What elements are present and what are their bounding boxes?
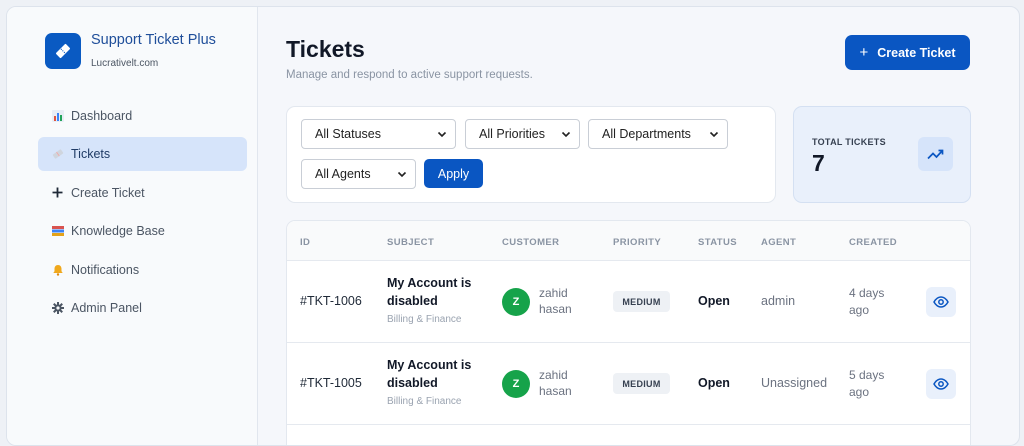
column-header-customer: CUSTOMER (502, 237, 560, 248)
bar-chart-icon (51, 110, 64, 123)
stat-label: TOTAL TICKETS (812, 137, 886, 147)
column-header-status: STATUS (698, 237, 737, 248)
eye-icon (933, 296, 949, 308)
view-ticket-button[interactable] (926, 287, 956, 317)
sidebar-item-label: Tickets (71, 147, 111, 162)
create-ticket-button[interactable]: + Create Ticket (845, 35, 970, 70)
agent-select[interactable]: All Agents (301, 159, 416, 189)
column-header-id: ID (300, 237, 311, 248)
chevron-down-icon (397, 171, 407, 178)
ticket-id[interactable]: #TKT-1006 (300, 294, 362, 308)
sidebar-item-create-ticket[interactable]: Create Ticket (38, 176, 247, 210)
sidebar-item-admin-panel[interactable]: Admin Panel (38, 291, 247, 325)
created-time: 4 days ago (849, 286, 885, 317)
chevron-down-icon (437, 131, 447, 138)
apply-button[interactable]: Apply (424, 159, 483, 188)
ticket-subject[interactable]: My Account is disabled (387, 356, 487, 392)
plus-icon: + (859, 44, 869, 61)
sidebar-item-label: Knowledge Base (71, 224, 165, 239)
page-subtitle: Manage and respond to active support req… (286, 69, 533, 81)
brand-name: Support Ticket Plus (91, 32, 216, 48)
table-row[interactable]: #TKT-1006 My Account is disabled Billing… (287, 261, 970, 343)
customer-name: zahid hasan (539, 368, 572, 398)
avatar: Z (502, 370, 530, 398)
avatar: Z (502, 288, 530, 316)
sidebar: Support Ticket Plus Lucrativelt.com Dash… (7, 7, 258, 445)
customer-name: zahid hasan (539, 286, 572, 316)
status-text: Open (698, 294, 730, 308)
plus-icon (51, 186, 64, 199)
chevron-down-icon (709, 131, 719, 138)
agent-name: admin (761, 294, 796, 308)
department-select-value: All Departments (602, 127, 691, 141)
sidebar-item-label: Notifications (71, 262, 140, 277)
brand-subtitle: Lucrativelt.com (91, 58, 159, 69)
books-icon (51, 225, 64, 238)
eye-icon (933, 378, 949, 390)
sidebar-nav: Dashboard Tickets Create Ticket Knowledg… (7, 99, 257, 325)
sidebar-item-dashboard[interactable]: Dashboard (38, 99, 247, 133)
page-title: Tickets (286, 36, 365, 62)
app-window: Support Ticket Plus Lucrativelt.com Dash… (6, 6, 1020, 446)
ticket-icon (51, 148, 64, 161)
sidebar-item-tickets[interactable]: Tickets (38, 137, 247, 172)
stat-value: 7 (812, 150, 825, 176)
gear-icon (51, 301, 64, 314)
column-header-priority: PRIORITY (613, 237, 662, 248)
department-select[interactable]: All Departments (588, 119, 728, 149)
tickets-table: ID SUBJECT CUSTOMER PRIORITY STATUS AGEN… (286, 220, 971, 445)
status-text: Open (698, 376, 730, 390)
priority-select-value: All Priorities (479, 127, 545, 141)
status-select-value: All Statuses (315, 127, 382, 141)
main-content: Tickets Manage and respond to active sup… (258, 7, 1019, 445)
column-header-subject: SUBJECT (387, 237, 435, 248)
total-tickets-card: TOTAL TICKETS 7 (793, 106, 971, 203)
priority-badge: MEDIUM (613, 373, 670, 394)
agent-name: Unassigned (761, 376, 828, 390)
created-time: 5 days ago (849, 368, 885, 399)
priority-select[interactable]: All Priorities (465, 119, 580, 149)
bell-icon (51, 263, 64, 276)
sidebar-item-notifications[interactable]: Notifications (38, 253, 247, 287)
sidebar-item-label: Dashboard (71, 109, 133, 123)
chevron-down-icon (561, 131, 571, 138)
table-header: ID SUBJECT CUSTOMER PRIORITY STATUS AGEN… (287, 221, 970, 261)
ticket-subject[interactable]: My Account is disabled (387, 274, 487, 310)
sidebar-item-label: Admin Panel (71, 300, 142, 315)
column-header-agent: AGENT (761, 237, 797, 248)
agent-select-value: All Agents (315, 167, 371, 181)
table-row[interactable]: #TKT-1005 My Account is disabled Billing… (287, 343, 970, 425)
view-ticket-button[interactable] (926, 369, 956, 399)
sidebar-item-knowledge-base[interactable]: Knowledge Base (38, 214, 247, 248)
column-header-created: CREATED (849, 237, 898, 248)
filter-panel: All Statuses All Priorities All Departme… (286, 106, 776, 203)
priority-badge: MEDIUM (613, 291, 670, 312)
ticket-category: Billing & Finance (387, 396, 462, 407)
brand[interactable]: Support Ticket Plus Lucrativelt.com (7, 31, 257, 99)
ticket-category: Billing & Finance (387, 314, 462, 325)
sidebar-item-label: Create Ticket (71, 185, 145, 200)
ticket-id[interactable]: #TKT-1005 (300, 376, 362, 390)
status-select[interactable]: All Statuses (301, 119, 456, 149)
ticket-logo-icon (45, 33, 81, 69)
trending-up-icon (918, 137, 953, 171)
create-ticket-label: Create Ticket (877, 45, 956, 60)
